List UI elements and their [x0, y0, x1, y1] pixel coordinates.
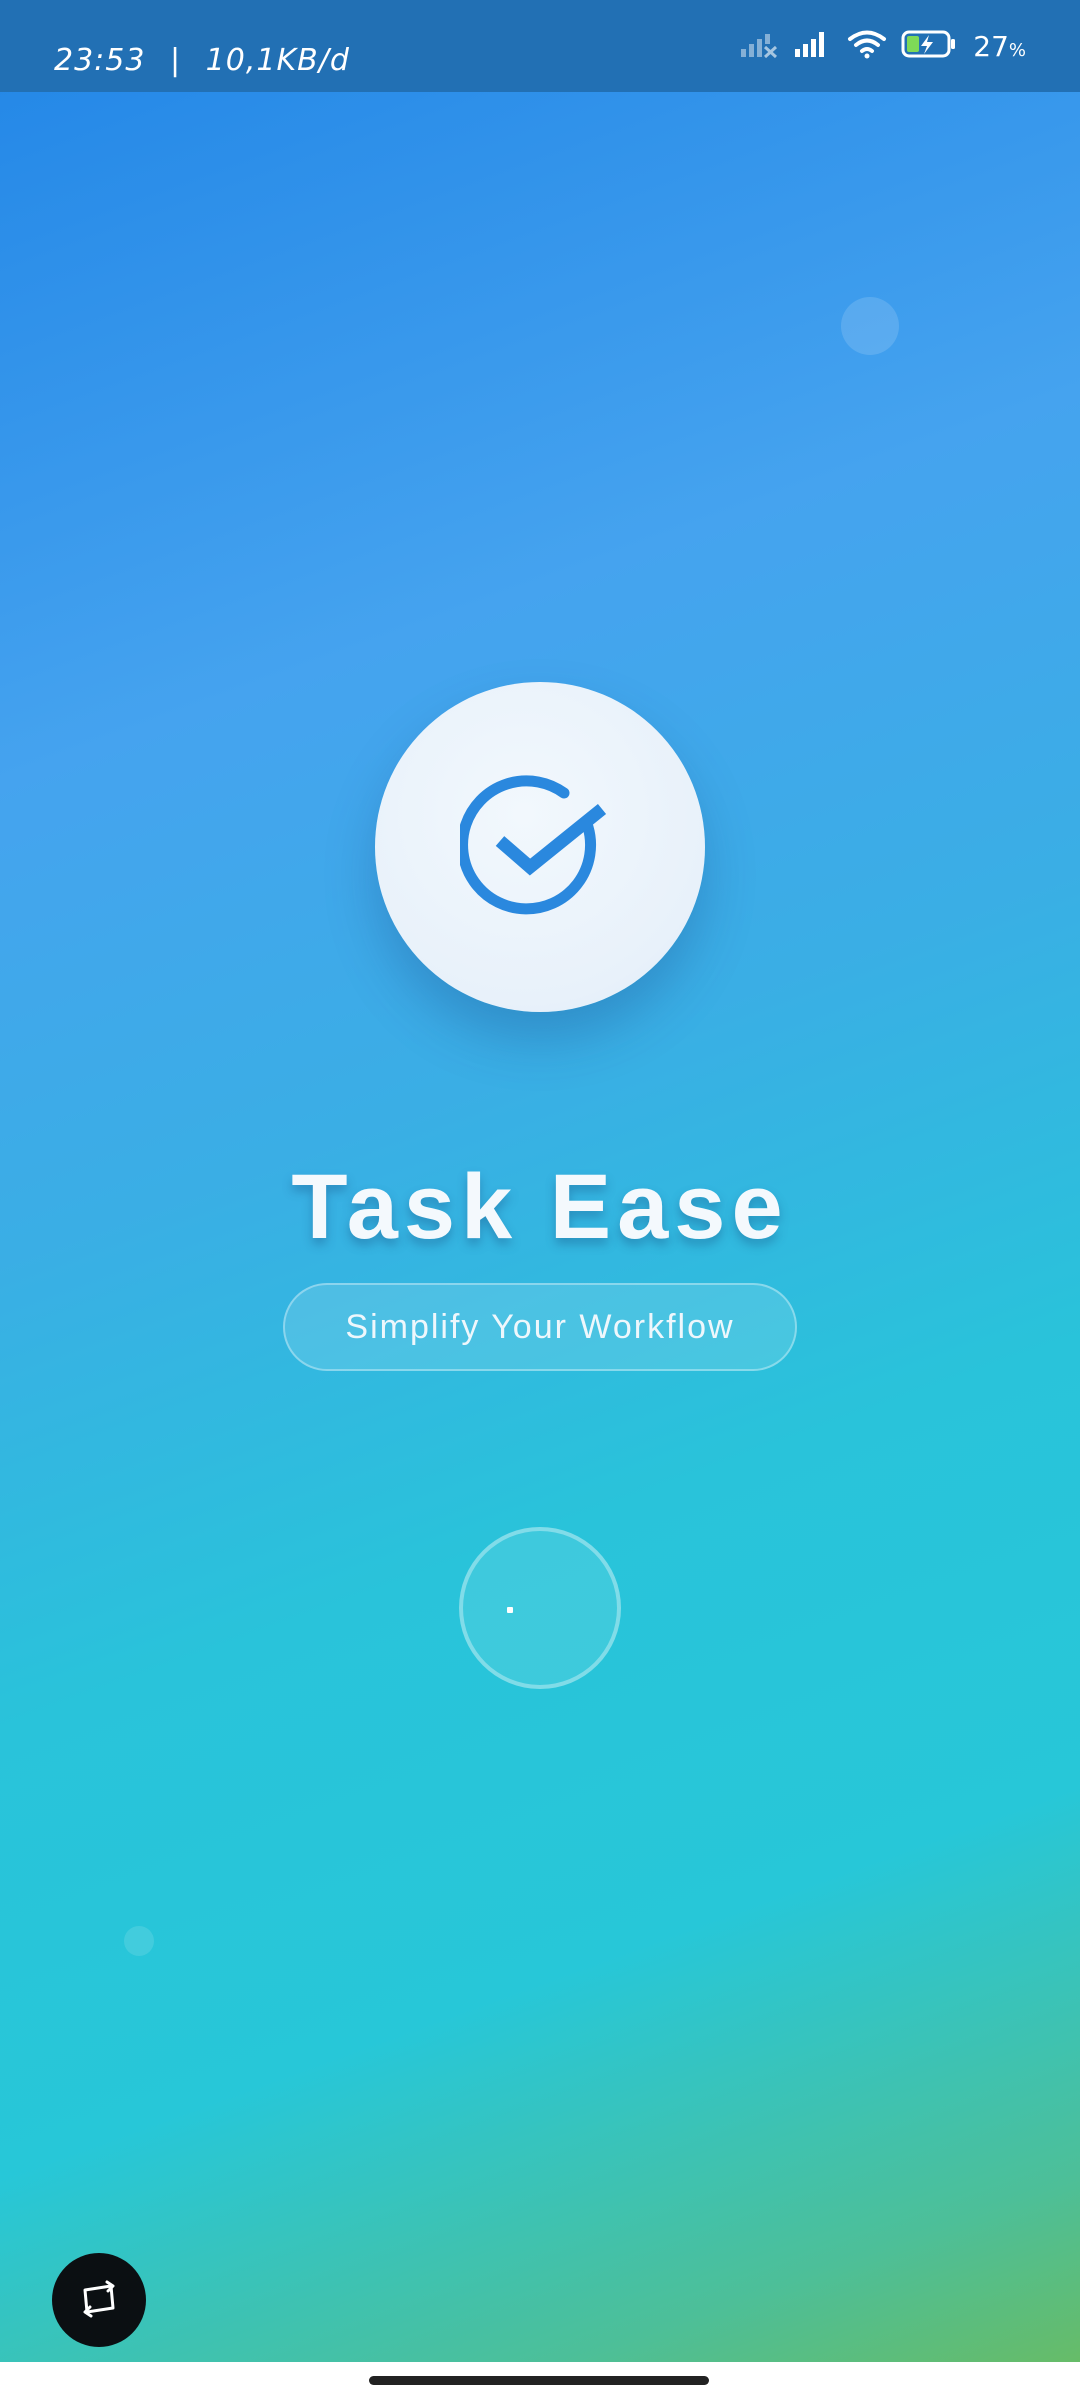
- battery-percent-symbol: %: [1008, 39, 1026, 61]
- no-signal-icon: [739, 29, 779, 64]
- home-indicator[interactable]: [369, 2376, 709, 2385]
- status-left: 23:53 | 10,1KB/d: [54, 0, 350, 92]
- navigation-bar: [0, 2362, 1080, 2400]
- status-bar: 23:53 | 10,1KB/d 27%: [0, 0, 1080, 92]
- cellular-signal-icon: [793, 29, 833, 64]
- status-time: 23:53: [54, 43, 146, 78]
- app-logo: [375, 682, 705, 1012]
- app-title: Task Ease: [291, 1156, 789, 1258]
- decorative-bubble: [841, 297, 899, 355]
- splash-screen: 23:53 | 10,1KB/d 27% Task Ease Simplify …: [0, 0, 1080, 2400]
- screen-rotate-button[interactable]: [52, 2253, 146, 2347]
- decorative-bubble: [124, 1926, 154, 1956]
- status-separator: |: [170, 43, 182, 78]
- status-icons: 27%: [739, 0, 1026, 92]
- loading-spinner-icon: [459, 1527, 621, 1689]
- tagline-text: Simplify Your Workflow: [345, 1307, 735, 1346]
- check-circle-icon: [457, 765, 620, 930]
- battery-percent-value: 27: [973, 29, 1009, 63]
- battery-charging-icon: [901, 29, 957, 64]
- wifi-icon: [847, 29, 887, 64]
- tagline-badge: Simplify Your Workflow: [283, 1283, 797, 1371]
- battery-percentage: 27%: [973, 30, 1026, 63]
- screen-rotate-icon: [77, 2278, 121, 2323]
- network-speed: 10,1KB/d: [205, 43, 350, 78]
- loader-dot: [507, 1607, 513, 1613]
